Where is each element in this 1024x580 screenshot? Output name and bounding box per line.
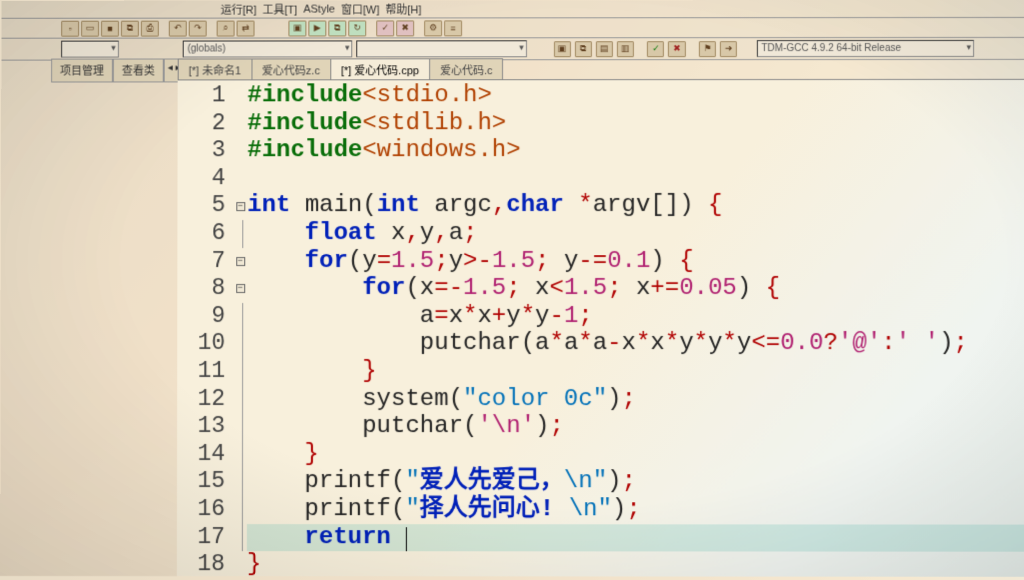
- check-icon[interactable]: ✓: [647, 41, 664, 57]
- menu-help[interactable]: 帮助[H]: [385, 1, 421, 17]
- line-gutter: 123456789101112131415161718: [177, 80, 234, 576]
- cancel-icon[interactable]: ✖: [668, 41, 685, 57]
- classes-tab[interactable]: 查看类: [113, 59, 164, 83]
- new-file-icon[interactable]: ▫: [61, 20, 79, 36]
- tool-b-icon[interactable]: ⧉: [575, 41, 592, 57]
- editor-tabs: [*] 未命名1 爱心代码z.c [*] 爱心代码.cpp 爱心代码.c: [178, 58, 1024, 81]
- nav-combo[interactable]: [61, 41, 119, 58]
- project-tab[interactable]: 项目管理: [51, 59, 113, 83]
- side-panel-tabs: 项目管理 查看类 ◂ ▸: [51, 58, 184, 82]
- code-line[interactable]: }: [247, 358, 1024, 386]
- code-line[interactable]: for(x=-1.5; x<1.5; x+=0.05) {: [247, 275, 1024, 303]
- code-line[interactable]: a=x*x+y*y-1;: [247, 303, 1024, 331]
- tab-heart-cpp[interactable]: [*] 爱心代码.cpp: [330, 58, 430, 79]
- tool-d-icon[interactable]: ▥: [617, 41, 634, 57]
- code-line[interactable]: #include<stdlib.h>: [247, 109, 1024, 137]
- code-line[interactable]: return: [247, 524, 1024, 552]
- code-line[interactable]: for(y=1.5;y>-1.5; y-=0.1) {: [247, 247, 1024, 275]
- tool-c-icon[interactable]: ▤: [596, 41, 613, 57]
- code-line[interactable]: printf("择人先问心! \n");: [247, 496, 1024, 524]
- code-line[interactable]: #include<stdio.h>: [247, 82, 1024, 110]
- tab-heart-c[interactable]: 爱心代码.c: [429, 58, 503, 79]
- find-icon[interactable]: ⌕: [217, 20, 235, 36]
- options-icon[interactable]: ≡: [444, 20, 462, 36]
- main-toolbar: ▫ ▭ ■ ⧉ ⎙ ↶ ↷ ⌕ ⇄ ▣ ▶ ⧉ ↻ ✓ ✖ ⚙ ≡: [1, 18, 1024, 39]
- menu-tools[interactable]: 工具[T]: [263, 1, 298, 17]
- open-icon[interactable]: ▭: [81, 20, 99, 36]
- code-line[interactable]: putchar(a*a*a-x*x*y*y*y<=0.0?'@':' ');: [247, 330, 1024, 358]
- globals-combo[interactable]: (globals): [182, 40, 352, 57]
- goto-icon[interactable]: ➜: [720, 41, 737, 57]
- tool-a-icon[interactable]: ▣: [554, 41, 571, 57]
- code-line[interactable]: [247, 165, 1024, 193]
- compile-run-icon[interactable]: ⧉: [328, 20, 346, 36]
- bookmark-icon[interactable]: ⚑: [699, 41, 716, 57]
- code-line[interactable]: printf("爱人先爱己，\n");: [247, 468, 1024, 496]
- code-line[interactable]: system("color 0c");: [247, 386, 1024, 414]
- tab-heart-z[interactable]: 爱心代码z.c: [251, 58, 331, 79]
- menu-astyle[interactable]: AStyle: [303, 3, 335, 15]
- tab-untitled[interactable]: [*] 未命名1: [178, 58, 252, 79]
- save-icon[interactable]: ■: [101, 20, 119, 36]
- replace-icon[interactable]: ⇄: [237, 20, 255, 36]
- run-icon[interactable]: ▶: [308, 20, 326, 36]
- menu-run[interactable]: 运行[R]: [221, 1, 257, 17]
- fold-column: −−−: [233, 80, 248, 576]
- debug-icon[interactable]: ✓: [376, 20, 394, 36]
- rebuild-icon[interactable]: ↻: [348, 20, 366, 36]
- symbols-combo[interactable]: [356, 40, 526, 57]
- code-line[interactable]: putchar('\n');: [247, 413, 1024, 441]
- code-editor[interactable]: 123456789101112131415161718 −−− #include…: [177, 80, 1024, 577]
- save-all-icon[interactable]: ⧉: [121, 20, 139, 36]
- compiler-combo[interactable]: TDM-GCC 4.9.2 64-bit Release: [756, 40, 974, 57]
- stop-icon[interactable]: ✖: [396, 20, 414, 36]
- compile-icon[interactable]: ▣: [288, 20, 306, 36]
- code-content[interactable]: #include<stdio.h>#include<stdlib.h>#incl…: [247, 80, 1024, 577]
- menu-bar: 运行[R] 工具[T] AStyle 窗口[W] 帮助[H]: [1, 0, 1024, 19]
- redo-icon[interactable]: ↷: [189, 20, 207, 36]
- code-line[interactable]: #include<windows.h>: [247, 137, 1024, 165]
- profile-icon[interactable]: ⚙: [424, 20, 442, 36]
- print-icon[interactable]: ⎙: [141, 20, 159, 36]
- menu-window[interactable]: 窗口[W]: [341, 1, 379, 17]
- undo-icon[interactable]: ↶: [169, 20, 187, 36]
- code-line[interactable]: float x,y,a;: [247, 220, 1024, 248]
- code-line[interactable]: }: [247, 551, 1024, 579]
- code-line[interactable]: int main(int argc,char *argv[]) {: [247, 192, 1024, 220]
- code-line[interactable]: }: [247, 441, 1024, 469]
